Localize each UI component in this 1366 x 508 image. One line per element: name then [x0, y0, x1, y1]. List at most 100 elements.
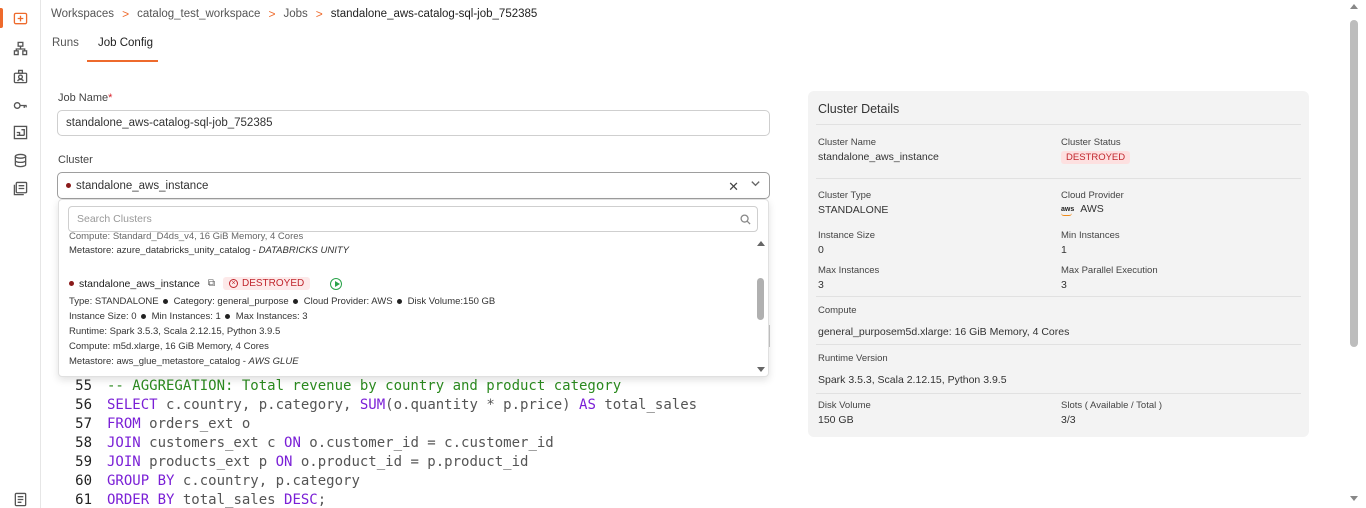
- code-token: o.customer_id = c.customer_id: [300, 435, 554, 451]
- cluster-dropdown: Search Clusters Compute: Standard_D4ds_v…: [58, 199, 769, 377]
- code-token: c.country, p.category,: [157, 397, 360, 413]
- bullet: [396, 298, 402, 304]
- bullet: [140, 313, 146, 319]
- scrollbar-thumb[interactable]: [757, 278, 764, 320]
- chevron-down-icon[interactable]: [750, 178, 761, 192]
- users-icon[interactable]: [12, 68, 28, 84]
- cluster-option[interactable]: standalone_aws_instance ⧉ × DESTROYED: [69, 277, 343, 290]
- play-icon[interactable]: [330, 277, 343, 290]
- code-line[interactable]: 55 -- AGGREGATION: Total revenue by count…: [58, 377, 697, 396]
- prev-item-metastore: Metastore: azure_databricks_unity_catalo…: [69, 245, 349, 256]
- page-scrollbar-thumb[interactable]: [1350, 20, 1358, 347]
- disk-volume-value: 150 GB: [818, 414, 854, 426]
- search-icon: [740, 214, 751, 225]
- cloud-provider-value: aws AWS: [1061, 203, 1104, 216]
- metastore-type: AWS GLUE: [248, 356, 299, 367]
- cluster-option-meta-2: Instance Size: 0 Min Instances: 1 Max Inst…: [69, 311, 308, 322]
- panel-title: Cluster Details: [818, 102, 900, 116]
- code-token: ON: [275, 454, 293, 470]
- dropdown-scrollbar[interactable]: [756, 238, 765, 374]
- status-badge: × DESTROYED: [222, 277, 311, 290]
- code-token: c.country, p.category: [174, 473, 360, 489]
- code-token: orders_ext o: [140, 416, 251, 432]
- code-token: ON: [284, 435, 301, 451]
- min-instances-text: Min Instances: 1: [151, 311, 221, 322]
- code-line[interactable]: 59 JOIN products_ext p ON o.product_id = …: [58, 453, 697, 472]
- cluster-search-input[interactable]: Search Clusters: [68, 206, 758, 232]
- required-mark: *: [108, 92, 113, 104]
- metastore-prefix: Metastore: aws_glue_metastore_catalog -: [69, 356, 249, 367]
- breadcrumb: Workspaces > catalog_test_workspace > Jo…: [51, 7, 537, 21]
- key-icon[interactable]: [12, 97, 28, 113]
- jobs-icon[interactable]: [12, 10, 28, 26]
- cluster-status-dot: [66, 183, 71, 188]
- cluster-name-label: Cluster Name: [818, 137, 877, 148]
- scroll-up-icon[interactable]: [757, 241, 765, 246]
- dashboard-icon[interactable]: [12, 124, 28, 140]
- status-text: DESTROYED: [241, 278, 305, 289]
- breadcrumb-workspace[interactable]: catalog_test_workspace: [137, 8, 260, 20]
- code-token: products_ext p: [140, 454, 276, 470]
- tab-runs[interactable]: Runs: [52, 37, 79, 49]
- code-token: SUM: [359, 397, 386, 413]
- code-line[interactable]: 58 JOIN customers_ext c ON o.customer_id …: [58, 434, 697, 453]
- breadcrumb-separator: >: [315, 7, 323, 21]
- cluster-option-runtime: Runtime: Spark 3.5.3, Scala 2.12.15, Pyt…: [69, 326, 281, 337]
- cluster-cloud-text: Cloud Provider: AWS: [303, 296, 393, 307]
- sql-code-editor[interactable]: 55 -- AGGREGATION: Total revenue by count…: [58, 377, 697, 508]
- tab-job-config[interactable]: Job Config: [98, 37, 153, 49]
- code-line[interactable]: 61 ORDER BY total_sales DESC;: [58, 491, 697, 508]
- line-number: 55: [75, 378, 92, 394]
- divider: [816, 393, 1301, 394]
- prev-item-compute: Compute: Standard_D4ds_v4, 16 GiB Memory…: [69, 231, 304, 242]
- breadcrumb-workspaces[interactable]: Workspaces: [51, 8, 114, 20]
- code-token: AS: [579, 397, 596, 413]
- cluster-details-panel: Cluster Details Cluster Name standalone_…: [808, 91, 1309, 437]
- compute-label: Compute: [818, 305, 857, 316]
- cluster-option-name: standalone_aws_instance: [79, 277, 200, 290]
- line-number: 60: [75, 473, 92, 489]
- code-line[interactable]: 60 GROUP BY c.country, p.category: [58, 472, 697, 491]
- max-parallel-label: Max Parallel Execution: [1061, 265, 1158, 276]
- catalog-icon[interactable]: [12, 180, 28, 196]
- code-token: o.product_id = p.product_id: [292, 454, 529, 470]
- docs-icon[interactable]: [12, 491, 28, 507]
- code-token: FROM: [107, 416, 141, 432]
- divider: [816, 296, 1301, 297]
- slots-label: Slots ( Available / Total ): [1061, 400, 1163, 411]
- scroll-down-icon[interactable]: [757, 367, 765, 372]
- hierarchy-icon[interactable]: [12, 40, 28, 56]
- line-number: 61: [75, 492, 92, 508]
- code-token: customers_ext c: [140, 435, 285, 451]
- cluster-name-value: standalone_aws_instance: [818, 151, 939, 163]
- cluster-option-metastore: Metastore: aws_glue_metastore_catalog - …: [69, 356, 299, 367]
- line-number: 59: [75, 454, 92, 470]
- external-link-icon[interactable]: ⧉: [208, 278, 215, 289]
- prev-item-metastore-prefix: Metastore: azure_databricks_unity_catalo…: [69, 245, 259, 256]
- code-token: SELECT: [107, 397, 158, 413]
- breadcrumb-separator: >: [268, 7, 276, 21]
- cluster-label: Cluster: [58, 154, 93, 166]
- clear-icon[interactable]: ✕: [728, 179, 739, 195]
- page-scroll-down-icon[interactable]: [1350, 496, 1358, 501]
- code-line[interactable]: 57 FROM orders_ext o: [58, 415, 697, 434]
- database-icon[interactable]: [12, 152, 28, 168]
- breadcrumb-current-job: standalone_aws-catalog-sql-job_752385: [330, 8, 538, 20]
- breadcrumb-jobs[interactable]: Jobs: [283, 8, 307, 20]
- code-token: -- AGGREGATION: Total revenue by country…: [107, 378, 622, 394]
- min-instances-label: Min Instances: [1061, 230, 1120, 241]
- code-token: ORDER BY: [107, 492, 175, 508]
- code-token: ;: [317, 492, 327, 508]
- cluster-type-text: Type: STANDALONE: [69, 296, 159, 307]
- cluster-select-value: standalone_aws_instance: [76, 179, 209, 192]
- job-name-input[interactable]: standalone_aws-catalog-sql-job_752385: [57, 110, 770, 136]
- cluster-category-text: Category: general_purpose: [173, 296, 289, 307]
- runtime-value: Spark 3.5.3, Scala 2.12.15, Python 3.9.5: [818, 374, 1007, 386]
- prev-item-metastore-type: DATABRICKS UNITY: [258, 245, 350, 256]
- destroyed-icon: ×: [228, 279, 238, 288]
- cluster-select[interactable]: standalone_aws_instance ✕: [57, 172, 770, 199]
- cluster-status-dot: [69, 281, 74, 286]
- page-scroll-up-icon[interactable]: [1350, 4, 1358, 9]
- code-line[interactable]: 56 SELECT c.country, p.category, SUM (o.qu…: [58, 396, 697, 415]
- cluster-option-compute: Compute: m5d.xlarge, 16 GiB Memory, 4 Co…: [69, 341, 269, 352]
